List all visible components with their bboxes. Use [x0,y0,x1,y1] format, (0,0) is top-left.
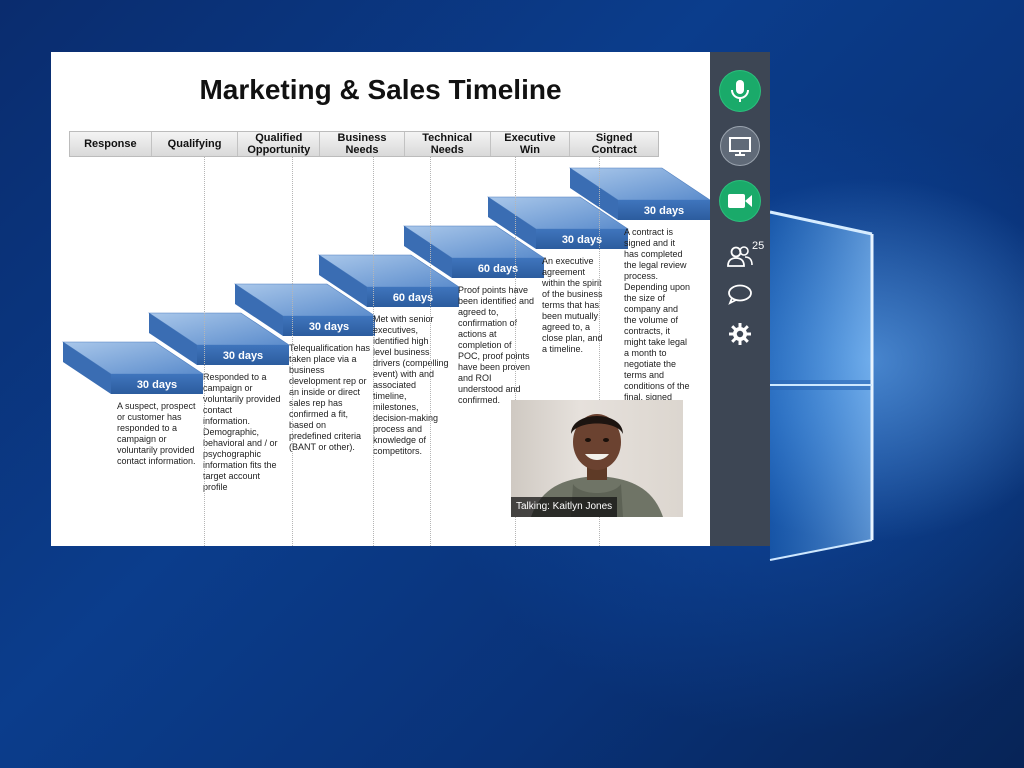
video-toggle-button[interactable] [720,181,760,221]
step-duration: 30 days [137,379,177,391]
step-duration: 30 days [223,350,263,362]
chat-icon [728,284,752,305]
step-description: Met with senior executives, identified h… [373,314,449,456]
step-duration: 30 days [562,234,602,246]
stage-divider [430,157,431,546]
stage-divider [373,157,374,546]
step-duration: 30 days [309,321,349,333]
participants-icon [727,246,753,267]
step-duration: 30 days [644,205,684,217]
microphone-icon [731,80,749,102]
step-description: Responded to a campaign or voluntarily p… [203,372,281,492]
screen-share-icon [729,137,751,156]
mute-button[interactable] [720,71,760,111]
stage-divider [204,157,205,546]
screen-share-button[interactable] [720,126,760,166]
step-duration: 60 days [393,292,433,304]
step-description: Proof points have been identified and ag… [458,285,535,405]
video-camera-icon [728,194,752,208]
active-speaker-video[interactable]: Talking: Kaitlyn Jones [511,400,683,517]
step-duration: 60 days [478,263,518,275]
participants-count: 25 [752,240,765,252]
step-description: A contract is signed and it has complete… [624,227,691,413]
chat-button[interactable] [722,280,758,308]
talking-indicator: Talking: Kaitlyn Jones [511,497,618,517]
gear-icon [729,323,751,345]
step-description: A suspect, prospect or customer has resp… [117,401,196,466]
settings-button[interactable] [722,320,758,348]
stage-divider [292,157,293,546]
step-description: Telequalification has taken place via a … [289,343,371,452]
meeting-sidebar [710,52,770,546]
